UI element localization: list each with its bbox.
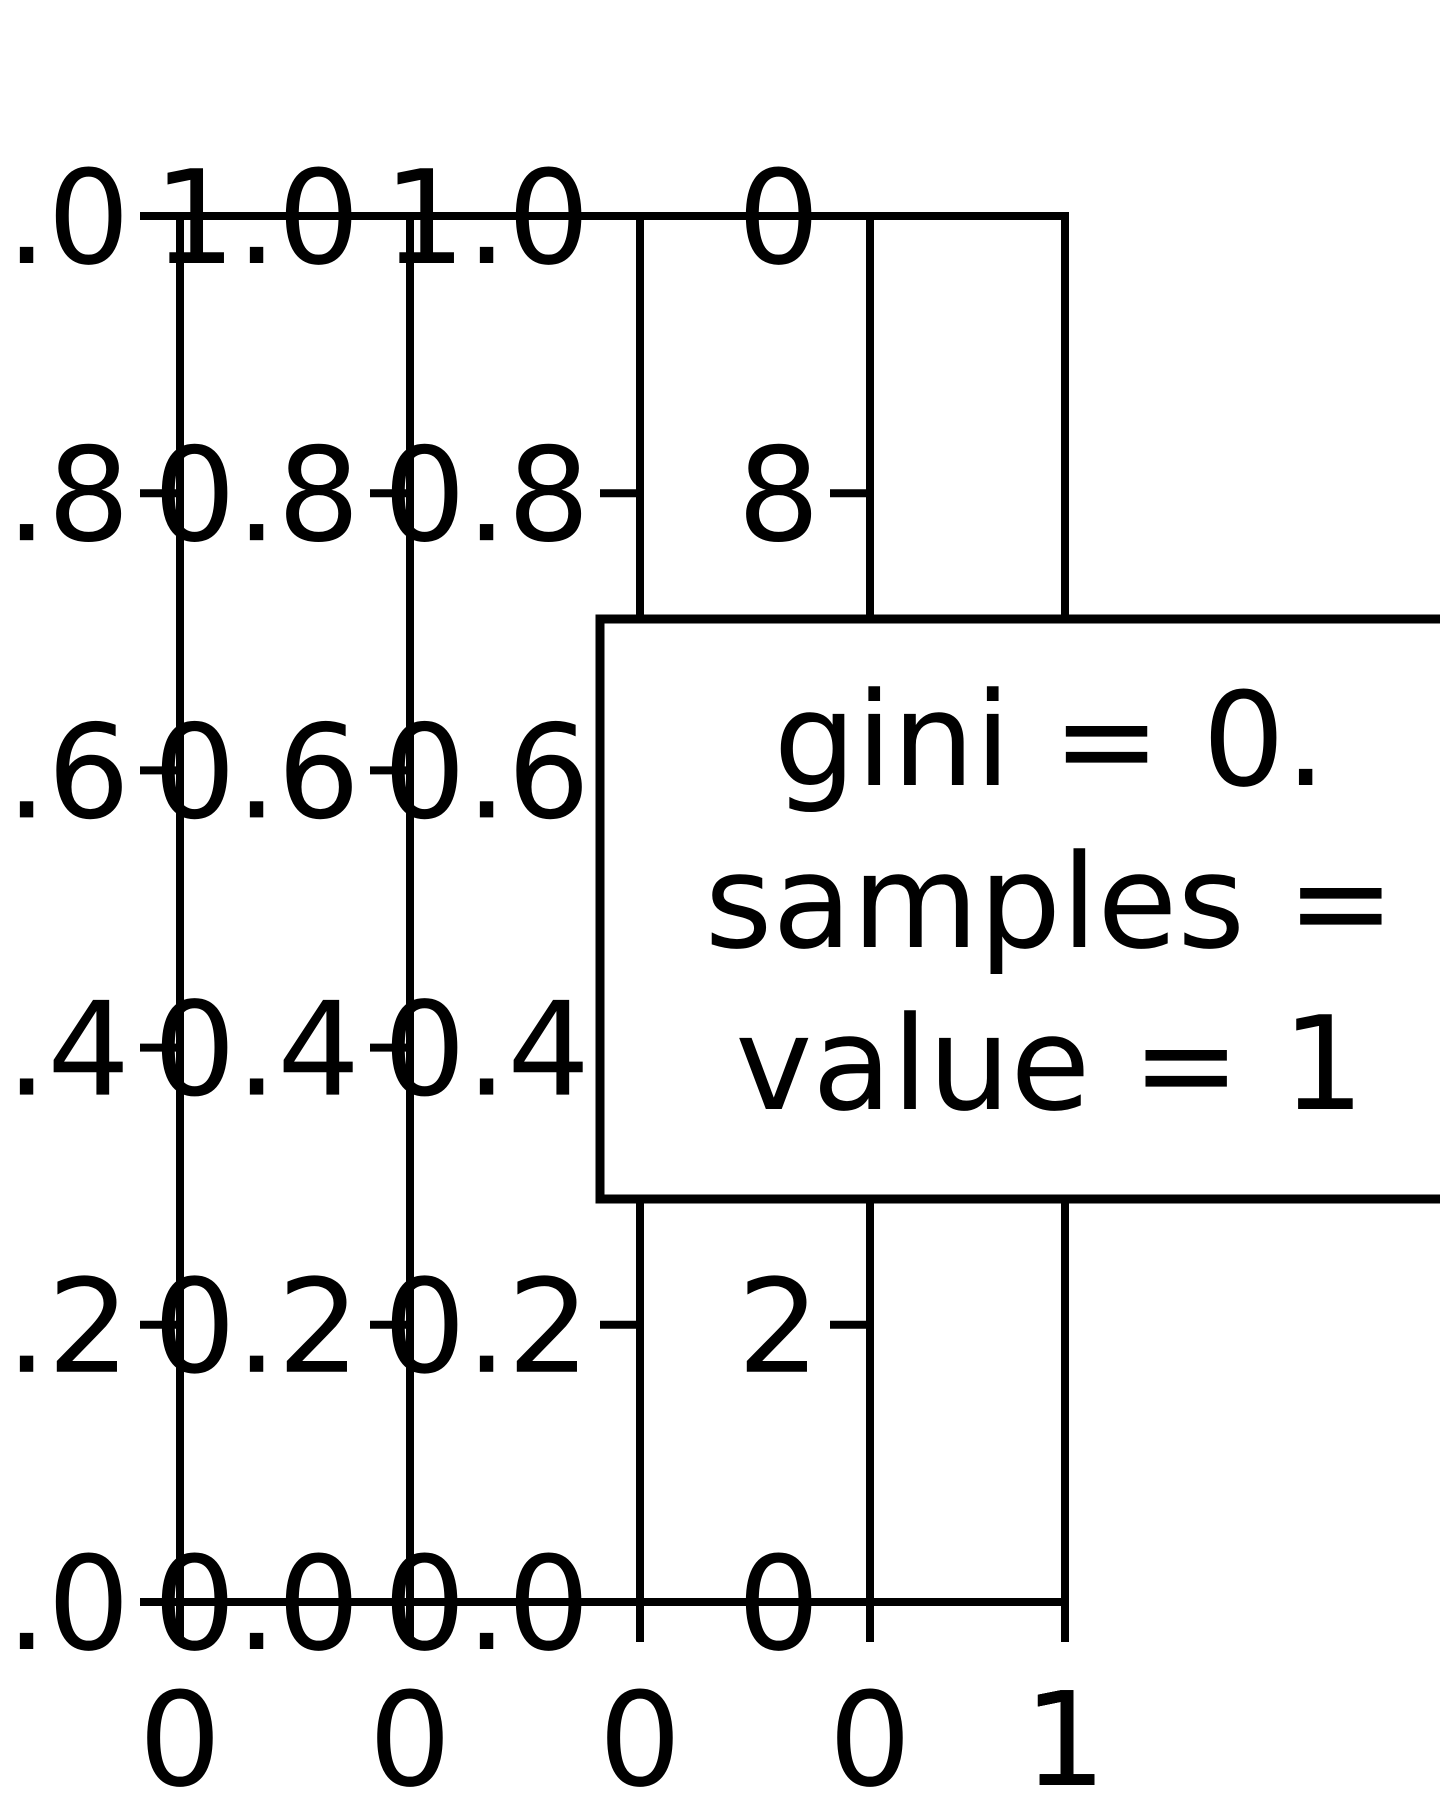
axes-4-ytick-label: 8 [737, 419, 820, 571]
axes-1-ytick-label: 0.4 [0, 974, 130, 1126]
axes-3-ytick-label: 0.4 [383, 974, 590, 1126]
axes-4-ytick-label: 2 [737, 1251, 820, 1403]
axes-1-ytick-label: 0.6 [0, 696, 130, 848]
axes-2-ytick-label: 0.8 [153, 419, 360, 571]
tree-node-box: gini = 0. samples = value = 1 [595, 614, 1440, 1204]
axes-1-ytick-label: 1.0 [0, 142, 130, 294]
axes-3-ytick-label: 0.6 [383, 696, 590, 848]
axes-2-ytick-label: 0.4 [153, 974, 360, 1126]
axes-1-ytick-label: 0.8 [0, 419, 130, 571]
axes-2-xtick-label: 0 [369, 1664, 452, 1800]
figure-canvas: 024680010.00.20.40.60.81.0010.00.20.40.6… [0, 0, 1440, 1800]
tree-node-line-value: value = 1 [735, 988, 1364, 1140]
axes-1-ytick-label: 0.0 [0, 1528, 130, 1680]
axes-1-ytick-label: 0.2 [0, 1251, 130, 1403]
tree-node-line-gini: gini = 0. [774, 664, 1327, 816]
axes-1-xtick-label: 1 [1024, 1664, 1107, 1800]
axes-3-xtick-label: 0 [599, 1664, 682, 1800]
tree-node-line-samples: samples = [705, 826, 1396, 978]
axes-1-xtick-label: 0 [139, 1664, 222, 1800]
axes-2-ytick-label: 0.2 [153, 1251, 360, 1403]
axes-4-xtick-label: 0 [829, 1664, 912, 1800]
axes-3-ytick-label: 0.2 [383, 1251, 590, 1403]
axes-3-ytick-label: 0.8 [383, 419, 590, 571]
axes-2-ytick-label: 0.6 [153, 696, 360, 848]
overlapping-axes-figure: 024680010.00.20.40.60.81.0010.00.20.40.6… [0, 142, 1440, 1800]
